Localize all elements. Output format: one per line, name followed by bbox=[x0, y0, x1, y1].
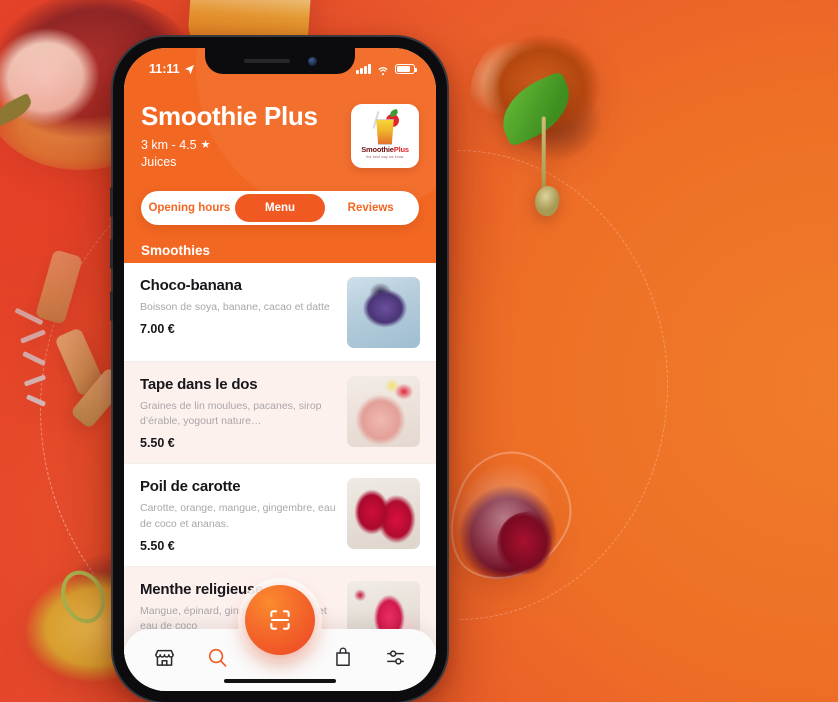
menu-item-title: Choco-banana bbox=[140, 277, 242, 294]
battery-icon bbox=[395, 64, 418, 74]
venue-category: Juices bbox=[141, 154, 177, 169]
menu-item-image bbox=[347, 277, 420, 348]
brand-tagline: the best way we know bbox=[366, 154, 404, 159]
red-wine-glass-photo bbox=[428, 433, 591, 603]
tab-reviews[interactable]: Reviews bbox=[325, 194, 416, 222]
phone-mockup: 11:11 Smoothie Plus 3 km - 4.5 ★ Juices … bbox=[110, 37, 447, 702]
basil-leaf-photo bbox=[491, 70, 581, 148]
status-bar-right bbox=[356, 64, 418, 75]
menu-item[interactable]: Tape dans le dos Graines de lin moulues,… bbox=[124, 362, 436, 465]
nav-item-store[interactable] bbox=[144, 637, 184, 677]
menu-item-price: 7.00 € bbox=[140, 322, 175, 337]
settings-sliders-icon bbox=[387, 649, 405, 665]
corkscrew-photo bbox=[10, 307, 54, 420]
caper-berry-photo bbox=[531, 183, 563, 219]
store-icon bbox=[154, 649, 174, 666]
tomato-bruschetta-photo bbox=[463, 21, 617, 170]
menu-item-title: Tape dans le dos bbox=[140, 376, 258, 393]
cup-icon bbox=[376, 119, 394, 146]
menu-item-description: Graines de lin moulues, pacanes, sirop d… bbox=[140, 400, 322, 428]
venue-distance-rating: 3 km - 4.5 bbox=[141, 137, 197, 152]
wine-cork-photo bbox=[34, 249, 84, 325]
star-icon: ★ bbox=[200, 139, 211, 152]
menu-item-price: 5.50 € bbox=[140, 436, 175, 451]
herb-leaf-icon bbox=[0, 93, 36, 127]
app-header: 11:11 Smoothie Plus 3 km - 4.5 ★ Juices … bbox=[124, 48, 436, 263]
brand-name-part-1: Smoothie bbox=[361, 145, 394, 155]
cellular-signal-icon bbox=[356, 64, 371, 74]
menu-item-description: Carotte, orange, mangue, gingembre, eau … bbox=[140, 502, 336, 530]
menu-item-text: Poil de carotte Carotte, orange, mangue,… bbox=[140, 478, 337, 552]
wine-splash-photo bbox=[490, 506, 566, 590]
menu-item-description: Boisson de soya, banane, cacao et datte bbox=[140, 301, 330, 313]
location-arrow-icon bbox=[184, 64, 194, 75]
nav-item-settings[interactable] bbox=[376, 637, 416, 677]
status-bar: 11:11 bbox=[141, 54, 419, 84]
wifi-icon bbox=[378, 66, 388, 75]
home-indicator bbox=[224, 679, 336, 683]
wine-cork-photo bbox=[54, 327, 106, 397]
menu-item-title: Menthe religieuse bbox=[140, 580, 264, 598]
venue-meta: 3 km - 4.5 ★ bbox=[141, 138, 318, 152]
search-icon bbox=[208, 648, 227, 667]
menu-item-image bbox=[347, 478, 420, 550]
nav-item-search[interactable] bbox=[197, 637, 237, 677]
smoothie-glass-icon bbox=[372, 111, 399, 146]
venue-block: Smoothie Plus 3 km - 4.5 ★ Juices Smooth… bbox=[141, 102, 419, 169]
shopping-bag-icon bbox=[335, 647, 350, 666]
brand-logo: SmoothiePlus the best way we know bbox=[351, 104, 419, 168]
status-time: 11:11 bbox=[149, 62, 180, 76]
scan-fab-button[interactable] bbox=[245, 585, 315, 655]
menu-item[interactable]: Poil de carotte Carotte, orange, mangue,… bbox=[124, 464, 436, 567]
section-title: Smoothies bbox=[141, 242, 211, 258]
tab-opening-hours[interactable]: Opening hours bbox=[144, 194, 235, 222]
menu-item[interactable]: Choco-banana Boisson de soya, banane, ca… bbox=[124, 263, 436, 362]
nav-item-bag[interactable] bbox=[323, 637, 363, 677]
tab-bar: Opening hours Menu Reviews bbox=[141, 190, 419, 225]
scan-icon bbox=[270, 610, 290, 630]
status-bar-left: 11:11 bbox=[149, 62, 195, 76]
brand-logo-text: SmoothiePlus bbox=[361, 146, 409, 154]
phone-screen: 11:11 Smoothie Plus 3 km - 4.5 ★ Juices … bbox=[124, 48, 436, 691]
menu-item-image bbox=[347, 376, 420, 447]
menu-item-title: Poil de carotte bbox=[140, 478, 241, 496]
menu-item-text: Tape dans le dos Graines de lin moulues,… bbox=[140, 376, 337, 450]
page-title: Smoothie Plus bbox=[141, 101, 318, 131]
menu-item-text: Choco-banana Boisson de soya, banane, ca… bbox=[140, 277, 337, 336]
brand-name-part-2: Plus bbox=[393, 145, 409, 155]
menu-item-price: 5.50 € bbox=[140, 538, 175, 553]
tab-menu[interactable]: Menu bbox=[234, 193, 326, 222]
venue-info: Smoothie Plus 3 km - 4.5 ★ Juices bbox=[141, 102, 318, 169]
